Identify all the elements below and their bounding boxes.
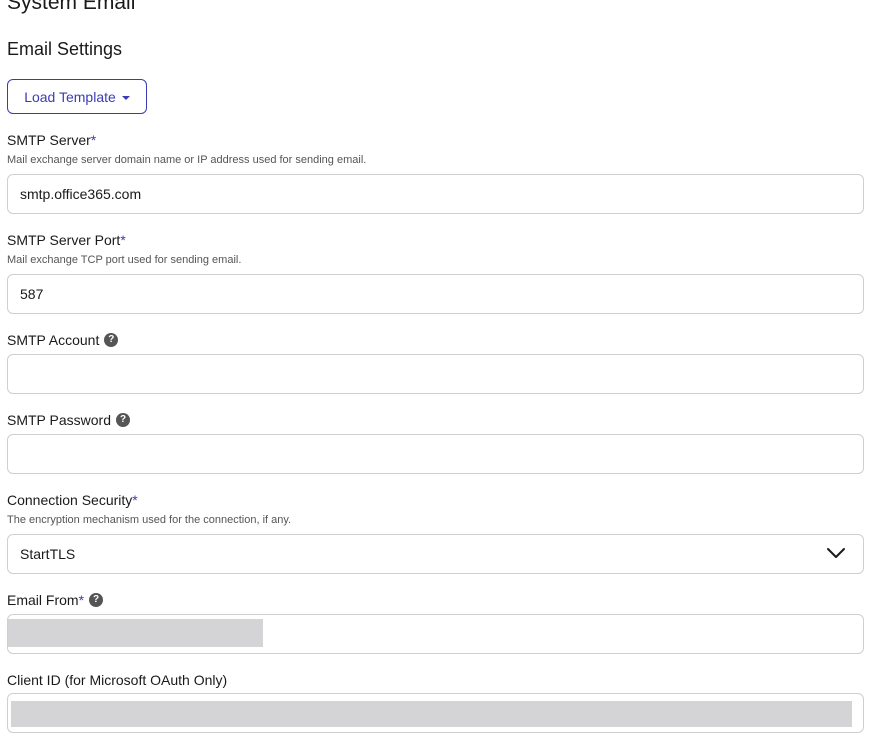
connection-security-description: The encryption mechanism used for the co… bbox=[7, 514, 292, 526]
smtp-server-value: smtp.office365.com bbox=[20, 186, 142, 202]
smtp-port-label-row: SMTP Server Port * bbox=[7, 231, 864, 249]
load-template-button[interactable]: Load Template bbox=[7, 79, 147, 114]
smtp-password-label-row: SMTP Password ? bbox=[7, 411, 864, 429]
client-id-label-row: Client ID (for Microsoft OAuth Only) bbox=[7, 671, 864, 689]
smtp-server-label-row: SMTP Server * bbox=[7, 131, 864, 149]
smtp-port-field: SMTP Server Port * Mail exchange TCP port… bbox=[7, 231, 864, 314]
smtp-server-field: SMTP Server * Mail exchange server domain… bbox=[7, 131, 864, 214]
smtp-password-field: SMTP Password ? bbox=[7, 411, 864, 474]
question-icon[interactable]: ? bbox=[104, 333, 119, 347]
connection-security-select[interactable]: StartTLS bbox=[7, 534, 864, 574]
client-id-input[interactable] bbox=[7, 693, 864, 733]
email-from-label: Email From bbox=[7, 592, 79, 608]
required-asterisk: * bbox=[90, 132, 97, 148]
redacted-value bbox=[11, 701, 852, 727]
connection-security-selected: StartTLS bbox=[20, 546, 76, 562]
connection-security-field: Connection Security * The encryption mech… bbox=[7, 491, 864, 574]
smtp-account-label: SMTP Account bbox=[7, 332, 100, 348]
system-email-page: System Email Email Settings Load Templat… bbox=[0, 0, 890, 743]
smtp-port-value: 587 bbox=[20, 286, 44, 302]
smtp-account-field: SMTP Account ? bbox=[7, 331, 864, 394]
question-icon[interactable]: ? bbox=[89, 593, 104, 607]
redacted-value bbox=[8, 619, 263, 647]
smtp-account-label-row: SMTP Account ? bbox=[7, 331, 864, 349]
load-template-label: Load Template bbox=[24, 88, 116, 105]
smtp-server-label: SMTP Server bbox=[7, 132, 91, 148]
smtp-password-label: SMTP Password bbox=[7, 412, 111, 428]
email-from-input[interactable] bbox=[7, 614, 864, 654]
email-from-label-row: Email From * ? bbox=[7, 591, 864, 609]
client-id-field: Client ID (for Microsoft OAuth Only) bbox=[7, 671, 864, 733]
caret-down-icon bbox=[121, 95, 130, 100]
smtp-port-label: SMTP Server Port bbox=[7, 232, 121, 248]
smtp-port-input[interactable]: 587 bbox=[7, 274, 864, 314]
required-asterisk: * bbox=[132, 492, 138, 508]
smtp-password-input[interactable] bbox=[7, 434, 864, 474]
client-id-label: Client ID (for Microsoft OAuth Only) bbox=[7, 672, 228, 688]
required-asterisk: * bbox=[78, 592, 85, 608]
chevron-down-icon bbox=[827, 548, 845, 558]
smtp-account-input[interactable] bbox=[7, 354, 864, 394]
question-icon[interactable]: ? bbox=[116, 413, 130, 427]
page-title: System Email bbox=[7, 0, 136, 14]
connection-security-label: Connection Security bbox=[7, 492, 133, 508]
smtp-server-input[interactable]: smtp.office365.com bbox=[7, 174, 864, 214]
smtp-port-description: Mail exchange TCP port used for sending … bbox=[7, 254, 242, 266]
email-from-field: Email From * ? bbox=[7, 591, 864, 654]
required-asterisk: * bbox=[120, 232, 126, 248]
section-title: Email Settings bbox=[7, 39, 123, 59]
connection-security-label-row: Connection Security * bbox=[7, 491, 864, 509]
smtp-server-description: Mail exchange server domain name or IP a… bbox=[7, 154, 367, 166]
